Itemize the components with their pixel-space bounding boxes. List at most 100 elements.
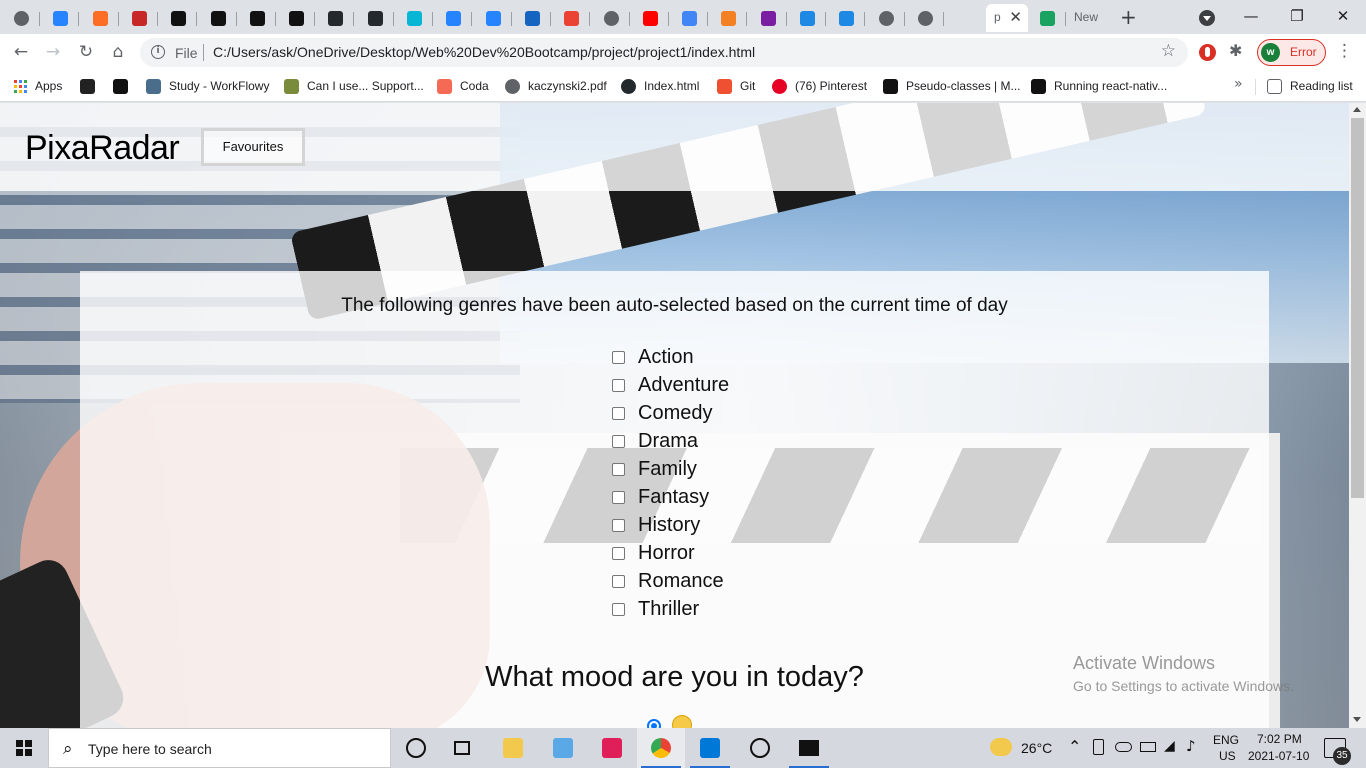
wifi-icon[interactable]: ◢	[1164, 738, 1175, 754]
back-arrow-icon[interactable]: ←	[9, 40, 33, 64]
browser-tab[interactable]	[318, 4, 355, 32]
browser-tab[interactable]	[790, 4, 826, 32]
browser-tab[interactable]	[161, 4, 198, 32]
genre-checkbox[interactable]	[612, 350, 625, 364]
taskbar-app[interactable]	[785, 728, 833, 768]
bookmark-item[interactable]: (76) Pinterest	[772, 77, 867, 95]
language-region[interactable]: US	[1219, 749, 1236, 763]
minimize-window-icon[interactable]: —	[1228, 4, 1274, 30]
clock-time[interactable]: 7:02 PM	[1257, 732, 1302, 746]
onedrive-icon[interactable]	[1115, 742, 1132, 752]
weather-icon[interactable]	[990, 738, 1012, 756]
genre-option[interactable]: Fantasy	[612, 483, 729, 511]
taskbar-app[interactable]	[637, 728, 685, 768]
genre-checkbox[interactable]	[612, 462, 625, 476]
browser-tab[interactable]	[751, 4, 787, 32]
browser-tab[interactable]	[594, 4, 630, 32]
genre-option[interactable]: Horror	[612, 539, 729, 567]
weather-temperature[interactable]: 26°C	[1021, 740, 1052, 756]
taskbar-app[interactable]	[489, 728, 537, 768]
browser-tab[interactable]	[397, 4, 433, 32]
scroll-up-icon[interactable]	[1353, 107, 1361, 112]
genre-checkbox[interactable]	[612, 546, 625, 560]
browser-tab[interactable]	[869, 4, 905, 32]
extension-icon[interactable]	[1199, 44, 1216, 61]
taskbar-app[interactable]	[736, 728, 784, 768]
url-text[interactable]: C:/Users/ask/OneDrive/Desktop/Web%20Dev%…	[213, 44, 755, 60]
genre-option[interactable]: Adventure	[612, 371, 729, 399]
site-logo[interactable]: PixaRadar	[25, 129, 180, 168]
browser-tab[interactable]	[711, 4, 748, 32]
active-browser-tab[interactable]: p ✕	[986, 4, 1028, 32]
bookmark-item[interactable]: Index.html	[621, 77, 699, 95]
genre-option[interactable]: Drama	[612, 427, 729, 455]
browser-tab[interactable]	[436, 4, 473, 32]
browser-tab[interactable]	[554, 4, 591, 32]
genre-option[interactable]: Family	[612, 455, 729, 483]
browser-tab[interactable]	[240, 4, 276, 32]
bookmark-item[interactable]: kaczynski2.pdf	[505, 77, 607, 95]
taskbar-app[interactable]	[392, 728, 440, 768]
genre-checkbox[interactable]	[612, 574, 625, 588]
page-scrollbar[interactable]	[1349, 103, 1366, 728]
genre-checkbox[interactable]	[612, 434, 625, 448]
bookmark-item[interactable]: Pseudo-classes | M...	[883, 77, 1021, 95]
taskbar-app[interactable]	[440, 728, 488, 768]
genre-checkbox[interactable]	[612, 378, 625, 392]
browser-tab[interactable]	[1030, 4, 1066, 32]
maximize-window-icon[interactable]: ❐	[1274, 4, 1320, 30]
scroll-down-icon[interactable]	[1353, 717, 1361, 722]
browser-tab[interactable]	[476, 4, 512, 32]
browser-tab[interactable]	[358, 4, 394, 32]
extensions-puzzle-icon[interactable]: ✱	[1229, 41, 1242, 60]
bookmarks-overflow-icon[interactable]: »	[1234, 76, 1243, 92]
taskbar-app[interactable]	[686, 728, 734, 768]
tray-overflow-icon[interactable]: ⌃	[1068, 737, 1081, 756]
clock-date[interactable]: 2021-07-10	[1248, 749, 1309, 763]
browser-tab[interactable]	[83, 4, 119, 32]
browser-tab[interactable]: New	[1066, 4, 1106, 32]
address-bar[interactable]: i File C:/Users/ask/OneDrive/Desktop/Web…	[140, 38, 1188, 67]
site-info-icon[interactable]: i	[151, 45, 165, 59]
notification-center-icon[interactable]: 35	[1324, 738, 1351, 765]
genre-checkbox[interactable]	[612, 490, 625, 504]
browser-tab[interactable]	[201, 4, 237, 32]
tab-search-icon[interactable]	[1199, 10, 1215, 26]
new-tab-button[interactable]: +	[1120, 5, 1137, 29]
scrollbar-thumb[interactable]	[1351, 118, 1364, 498]
bookmark-item[interactable]: Running react-nativ...	[1031, 77, 1167, 95]
genre-option[interactable]: Romance	[612, 567, 729, 595]
genre-checkbox[interactable]	[612, 406, 625, 420]
browser-tab[interactable]	[122, 4, 158, 32]
taskbar-app[interactable]	[588, 728, 636, 768]
bookmark-item[interactable]	[80, 77, 103, 95]
bookmark-item[interactable]: Git	[717, 77, 755, 95]
mood-radio[interactable]	[647, 719, 661, 728]
close-tab-icon[interactable]: ✕	[1009, 8, 1022, 26]
start-button[interactable]	[0, 728, 48, 768]
device-icon[interactable]	[1093, 739, 1104, 755]
reading-list-button[interactable]: Reading list	[1267, 77, 1353, 95]
taskbar-app[interactable]	[539, 728, 587, 768]
profile-button[interactable]: w Error	[1257, 39, 1326, 66]
genre-option[interactable]: Action	[612, 343, 729, 371]
taskbar-search[interactable]: ⌕ Type here to search	[48, 728, 391, 768]
browser-tab[interactable]	[279, 4, 316, 32]
bookmark-item[interactable]: Coda	[437, 77, 489, 95]
browser-tab[interactable]	[4, 4, 40, 32]
bookmark-item[interactable]: Can I use... Support...	[284, 77, 424, 95]
bookmark-item[interactable]: Study - WorkFlowy	[146, 77, 269, 95]
bookmark-item[interactable]	[113, 77, 136, 95]
bookmark-item[interactable]: Apps	[14, 77, 62, 95]
home-icon[interactable]: ⌂	[106, 40, 130, 64]
menu-kebab-icon[interactable]: ⋮	[1336, 41, 1353, 61]
genre-option[interactable]: Comedy	[612, 399, 729, 427]
browser-tab[interactable]	[515, 4, 551, 32]
browser-tab[interactable]	[633, 4, 669, 32]
genre-option[interactable]: Thriller	[612, 595, 729, 623]
browser-tab[interactable]	[908, 4, 944, 32]
genre-option[interactable]: History	[612, 511, 729, 539]
genre-checkbox[interactable]	[612, 602, 625, 616]
browser-tab[interactable]	[672, 4, 709, 32]
favourites-button[interactable]: Favourites	[201, 128, 305, 166]
